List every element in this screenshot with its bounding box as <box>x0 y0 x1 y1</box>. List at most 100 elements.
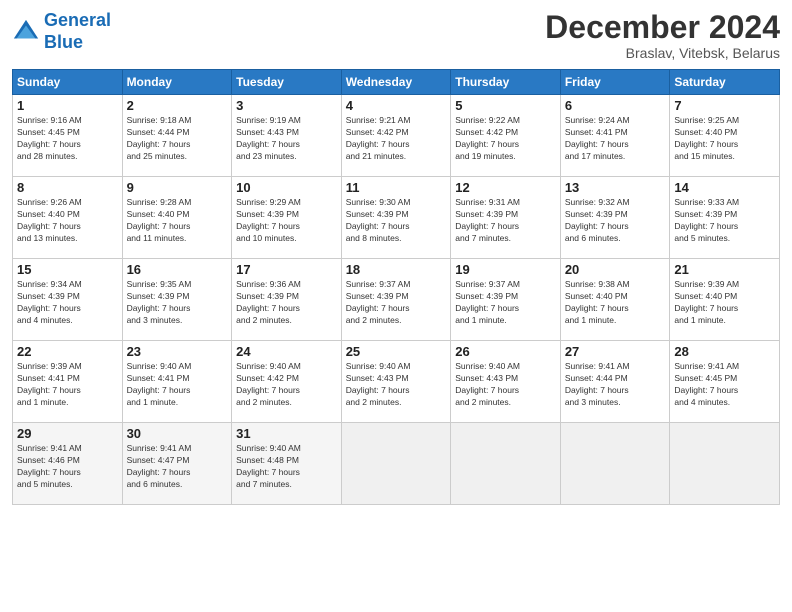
day-info: Sunrise: 9:40 AM Sunset: 4:43 PM Dayligh… <box>455 361 556 409</box>
calendar-cell: 8 Sunrise: 9:26 AM Sunset: 4:40 PM Daylig… <box>13 177 123 259</box>
col-tuesday: Tuesday <box>232 70 342 95</box>
day-info: Sunrise: 9:21 AM Sunset: 4:42 PM Dayligh… <box>346 115 447 163</box>
day-number: 2 <box>127 98 228 113</box>
calendar-cell: 14Sunrise: 9:33 AM Sunset: 4:39 PM Dayli… <box>670 177 780 259</box>
calendar-cell: 7 Sunrise: 9:25 AM Sunset: 4:40 PM Daylig… <box>670 95 780 177</box>
calendar-cell: 13 Sunrise: 9:32 AM Sunset: 4:39 PM Dayli… <box>560 177 670 259</box>
day-number: 31 <box>236 426 337 441</box>
day-info: Sunrise: 9:30 AM Sunset: 4:39 PM Dayligh… <box>346 197 447 245</box>
calendar-cell: 12 Sunrise: 9:31 AM Sunset: 4:39 PM Dayli… <box>451 177 561 259</box>
header-row: Sunday Monday Tuesday Wednesday Thursday… <box>13 70 780 95</box>
calendar-cell <box>451 423 561 505</box>
day-number: 16 <box>127 262 228 277</box>
day-number: 26 <box>455 344 556 359</box>
calendar-week-4: 22 Sunrise: 9:39 AM Sunset: 4:41 PM Dayli… <box>13 341 780 423</box>
day-info: Sunrise: 9:26 AM Sunset: 4:40 PM Dayligh… <box>17 197 118 245</box>
day-info: Sunrise: 9:25 AM Sunset: 4:40 PM Dayligh… <box>674 115 775 163</box>
calendar-cell: 4 Sunrise: 9:21 AM Sunset: 4:42 PM Daylig… <box>341 95 451 177</box>
day-info: Sunrise: 9:36 AM Sunset: 4:39 PM Dayligh… <box>236 279 337 327</box>
day-number: 22 <box>17 344 118 359</box>
day-info: Sunrise: 9:35 AM Sunset: 4:39 PM Dayligh… <box>127 279 228 327</box>
day-number: 28 <box>674 344 775 359</box>
page-container: General Blue December 2024 Braslav, Vite… <box>0 0 792 513</box>
day-number: 8 <box>17 180 118 195</box>
day-info: Sunrise: 9:29 AM Sunset: 4:39 PM Dayligh… <box>236 197 337 245</box>
day-info: Sunrise: 9:34 AM Sunset: 4:39 PM Dayligh… <box>17 279 118 327</box>
day-number: 12 <box>455 180 556 195</box>
calendar-cell: 30 Sunrise: 9:41 AM Sunset: 4:47 PM Dayli… <box>122 423 232 505</box>
day-info: Sunrise: 9:40 AM Sunset: 4:48 PM Dayligh… <box>236 443 337 491</box>
day-info: Sunrise: 9:40 AM Sunset: 4:43 PM Dayligh… <box>346 361 447 409</box>
calendar-cell: 17 Sunrise: 9:36 AM Sunset: 4:39 PM Dayli… <box>232 259 342 341</box>
logo-line1: General <box>44 10 111 30</box>
day-number: 24 <box>236 344 337 359</box>
calendar-cell: 28Sunrise: 9:41 AM Sunset: 4:45 PM Dayli… <box>670 341 780 423</box>
calendar-week-5: 29 Sunrise: 9:41 AM Sunset: 4:46 PM Dayli… <box>13 423 780 505</box>
day-number: 5 <box>455 98 556 113</box>
day-number: 18 <box>346 262 447 277</box>
col-sunday: Sunday <box>13 70 123 95</box>
day-number: 30 <box>127 426 228 441</box>
calendar-cell: 22 Sunrise: 9:39 AM Sunset: 4:41 PM Dayli… <box>13 341 123 423</box>
col-saturday: Saturday <box>670 70 780 95</box>
logo-line2: Blue <box>44 32 83 52</box>
calendar-table: Sunday Monday Tuesday Wednesday Thursday… <box>12 69 780 505</box>
day-info: Sunrise: 9:41 AM Sunset: 4:46 PM Dayligh… <box>17 443 118 491</box>
day-number: 13 <box>565 180 666 195</box>
day-info: Sunrise: 9:39 AM Sunset: 4:41 PM Dayligh… <box>17 361 118 409</box>
calendar-cell: 5 Sunrise: 9:22 AM Sunset: 4:42 PM Daylig… <box>451 95 561 177</box>
col-monday: Monday <box>122 70 232 95</box>
calendar-cell: 15 Sunrise: 9:34 AM Sunset: 4:39 PM Dayli… <box>13 259 123 341</box>
calendar-cell: 21 Sunrise: 9:39 AM Sunset: 4:40 PM Dayli… <box>670 259 780 341</box>
day-number: 11 <box>346 180 447 195</box>
calendar-cell: 2 Sunrise: 9:18 AM Sunset: 4:44 PM Daylig… <box>122 95 232 177</box>
day-number: 4 <box>346 98 447 113</box>
col-friday: Friday <box>560 70 670 95</box>
day-info: Sunrise: 9:18 AM Sunset: 4:44 PM Dayligh… <box>127 115 228 163</box>
day-info: Sunrise: 9:41 AM Sunset: 4:44 PM Dayligh… <box>565 361 666 409</box>
title-block: December 2024 Braslav, Vitebsk, Belarus <box>545 10 780 61</box>
day-number: 3 <box>236 98 337 113</box>
calendar-cell <box>670 423 780 505</box>
day-info: Sunrise: 9:40 AM Sunset: 4:42 PM Dayligh… <box>236 361 337 409</box>
day-number: 19 <box>455 262 556 277</box>
day-number: 10 <box>236 180 337 195</box>
calendar-week-3: 15 Sunrise: 9:34 AM Sunset: 4:39 PM Dayli… <box>13 259 780 341</box>
day-number: 21 <box>674 262 775 277</box>
day-info: Sunrise: 9:39 AM Sunset: 4:40 PM Dayligh… <box>674 279 775 327</box>
day-info: Sunrise: 9:16 AM Sunset: 4:45 PM Dayligh… <box>17 115 118 163</box>
day-number: 1 <box>17 98 118 113</box>
day-number: 6 <box>565 98 666 113</box>
day-number: 29 <box>17 426 118 441</box>
day-info: Sunrise: 9:31 AM Sunset: 4:39 PM Dayligh… <box>455 197 556 245</box>
logo-icon <box>12 18 40 46</box>
logo: General Blue <box>12 10 111 53</box>
calendar-cell: 1 Sunrise: 9:16 AM Sunset: 4:45 PM Daylig… <box>13 95 123 177</box>
day-number: 25 <box>346 344 447 359</box>
calendar-cell: 31 Sunrise: 9:40 AM Sunset: 4:48 PM Dayli… <box>232 423 342 505</box>
day-info: Sunrise: 9:28 AM Sunset: 4:40 PM Dayligh… <box>127 197 228 245</box>
day-info: Sunrise: 9:24 AM Sunset: 4:41 PM Dayligh… <box>565 115 666 163</box>
calendar-cell: 9Sunrise: 9:28 AM Sunset: 4:40 PM Daylig… <box>122 177 232 259</box>
day-number: 7 <box>674 98 775 113</box>
day-number: 15 <box>17 262 118 277</box>
col-thursday: Thursday <box>451 70 561 95</box>
day-info: Sunrise: 9:19 AM Sunset: 4:43 PM Dayligh… <box>236 115 337 163</box>
calendar-cell: 11 Sunrise: 9:30 AM Sunset: 4:39 PM Dayli… <box>341 177 451 259</box>
calendar-cell: 24 Sunrise: 9:40 AM Sunset: 4:42 PM Dayli… <box>232 341 342 423</box>
calendar-cell: 16 Sunrise: 9:35 AM Sunset: 4:39 PM Dayli… <box>122 259 232 341</box>
header: General Blue December 2024 Braslav, Vite… <box>12 10 780 61</box>
calendar-cell: 29 Sunrise: 9:41 AM Sunset: 4:46 PM Dayli… <box>13 423 123 505</box>
calendar-cell: 19 Sunrise: 9:37 AM Sunset: 4:39 PM Dayli… <box>451 259 561 341</box>
calendar-cell: 18Sunrise: 9:37 AM Sunset: 4:39 PM Dayli… <box>341 259 451 341</box>
calendar-cell <box>560 423 670 505</box>
calendar-cell: 3 Sunrise: 9:19 AM Sunset: 4:43 PM Daylig… <box>232 95 342 177</box>
day-info: Sunrise: 9:32 AM Sunset: 4:39 PM Dayligh… <box>565 197 666 245</box>
day-info: Sunrise: 9:41 AM Sunset: 4:47 PM Dayligh… <box>127 443 228 491</box>
day-info: Sunrise: 9:22 AM Sunset: 4:42 PM Dayligh… <box>455 115 556 163</box>
day-info: Sunrise: 9:37 AM Sunset: 4:39 PM Dayligh… <box>455 279 556 327</box>
calendar-cell: 10 Sunrise: 9:29 AM Sunset: 4:39 PM Dayli… <box>232 177 342 259</box>
day-number: 17 <box>236 262 337 277</box>
day-info: Sunrise: 9:38 AM Sunset: 4:40 PM Dayligh… <box>565 279 666 327</box>
day-number: 23 <box>127 344 228 359</box>
